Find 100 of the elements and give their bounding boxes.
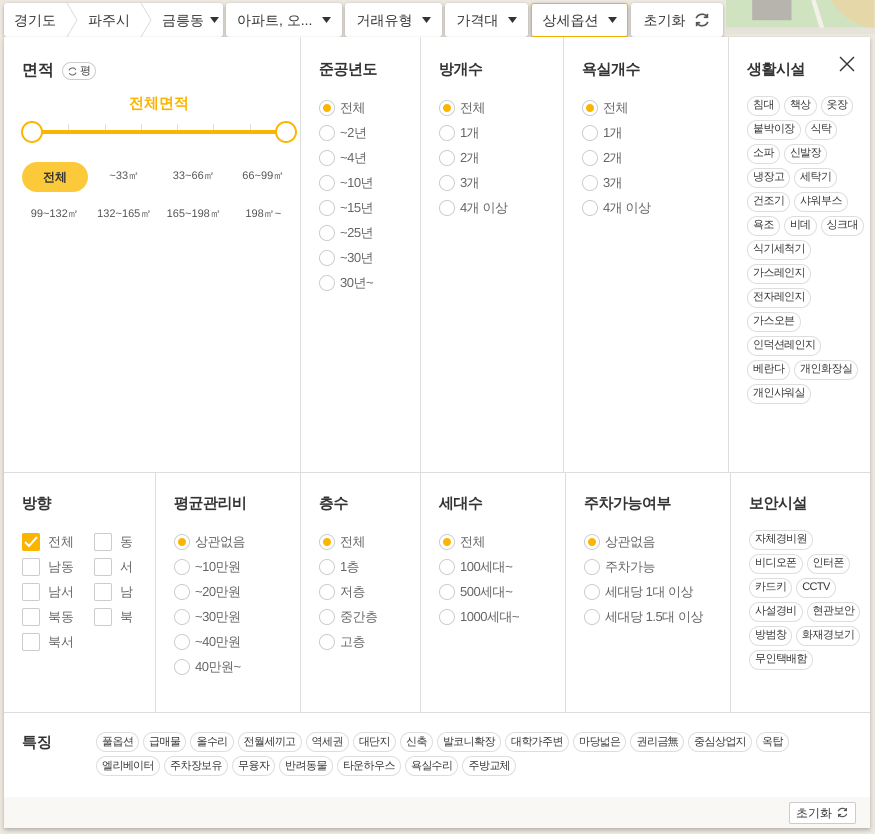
tag-chip[interactable]: 냉장고 <box>747 168 790 188</box>
tag-chip[interactable]: 붙박이장 <box>747 120 801 140</box>
tag-chip[interactable]: 싱크대 <box>820 216 864 236</box>
filter-dropdown[interactable]: 거래유형 <box>345 3 442 37</box>
tag-chip[interactable]: 카드키 <box>749 578 792 598</box>
tag-chip[interactable]: 무인택배함 <box>749 650 814 670</box>
tag-chip[interactable]: 욕조 <box>747 216 780 236</box>
radio-button[interactable] <box>582 125 598 141</box>
checkbox-option[interactable]: 서 <box>94 554 152 580</box>
radio-option[interactable]: ~2년 <box>319 120 366 146</box>
radio-option[interactable]: 전체 <box>319 96 365 120</box>
checkbox[interactable] <box>22 633 40 651</box>
radio-option[interactable]: 1000세대~ <box>439 604 520 630</box>
radio-option[interactable]: 상관없음 <box>584 530 655 554</box>
radio-option[interactable]: ~30만원 <box>174 604 241 630</box>
checkbox[interactable] <box>94 558 112 576</box>
checkbox[interactable] <box>22 533 40 551</box>
radio-option[interactable]: 1개 <box>439 120 480 146</box>
tag-chip[interactable]: 식탁 <box>804 120 838 140</box>
radio-button[interactable] <box>582 200 598 216</box>
slider-thumb[interactable] <box>21 120 43 142</box>
radio-option[interactable]: 주차가능 <box>584 554 655 580</box>
radio-button[interactable] <box>319 584 335 600</box>
radio-button[interactable] <box>439 559 455 575</box>
area-chip[interactable]: ~33㎡ <box>92 162 157 192</box>
radio-option[interactable]: 3개 <box>582 170 622 196</box>
radio-button[interactable] <box>319 250 335 266</box>
tag-chip[interactable]: 세탁기 <box>794 168 838 188</box>
radio-button[interactable] <box>319 125 335 141</box>
radio-option[interactable]: ~4년 <box>319 146 366 170</box>
radio-option[interactable]: 전체 <box>439 96 485 120</box>
checkbox[interactable] <box>94 533 112 551</box>
tag-chip[interactable]: 개인샤워실 <box>747 384 812 404</box>
tag-chip[interactable]: 현관보안 <box>806 602 860 622</box>
tag-chip[interactable]: 무융자 <box>232 756 276 776</box>
reset-button[interactable]: 초기화 <box>789 802 856 824</box>
checkbox[interactable] <box>94 583 112 601</box>
radio-button[interactable] <box>174 559 190 575</box>
tag-chip[interactable]: 옥탑 <box>756 732 789 752</box>
tag-chip[interactable]: 소파 <box>747 144 780 164</box>
radio-button[interactable] <box>439 125 455 141</box>
radio-option[interactable]: 중간층 <box>319 604 378 630</box>
tag-chip[interactable]: CCTV <box>796 578 836 598</box>
tag-chip[interactable]: 가스레인지 <box>747 264 812 284</box>
tag-chip[interactable]: 샤워부스 <box>794 192 848 212</box>
tag-chip[interactable]: 식기세척기 <box>747 240 812 260</box>
radio-button[interactable] <box>319 534 335 550</box>
radio-button[interactable] <box>319 559 335 575</box>
radio-option[interactable]: 4개 이상 <box>439 196 508 220</box>
radio-button[interactable] <box>174 534 190 550</box>
radio-button[interactable] <box>582 175 598 191</box>
checkbox[interactable] <box>22 608 40 626</box>
tag-chip[interactable]: 전월세끼고 <box>238 732 302 752</box>
tag-chip[interactable]: 자체경비원 <box>749 530 814 550</box>
slider-thumb[interactable] <box>275 120 297 142</box>
tag-chip[interactable]: 신발장 <box>784 144 828 164</box>
tag-chip[interactable]: 비데 <box>784 216 817 236</box>
radio-button[interactable] <box>584 609 600 625</box>
area-chip[interactable]: 전체 <box>22 162 88 192</box>
checkbox-option[interactable]: 북서 <box>22 630 80 654</box>
radio-button[interactable] <box>174 584 190 600</box>
radio-button[interactable] <box>319 175 335 191</box>
radio-option[interactable]: ~30년 <box>319 246 374 270</box>
checkbox-option[interactable]: 동 <box>94 530 152 554</box>
tag-chip[interactable]: 올수리 <box>190 732 234 752</box>
breadcrumb-item[interactable]: 파주시 <box>78 3 140 37</box>
radio-button[interactable] <box>439 609 455 625</box>
radio-option[interactable]: ~20만원 <box>174 580 241 604</box>
radio-button[interactable] <box>439 175 455 191</box>
tag-chip[interactable]: 가스오븐 <box>747 312 801 332</box>
tag-chip[interactable]: 급매물 <box>143 732 186 752</box>
area-chip[interactable]: 66~99㎡ <box>230 162 296 192</box>
radio-option[interactable]: 전체 <box>439 530 485 554</box>
radio-option[interactable]: 2개 <box>439 146 480 170</box>
tag-chip[interactable]: 옷장 <box>820 96 854 116</box>
checkbox[interactable] <box>94 608 112 626</box>
filter-dropdown[interactable]: 상세옵션 <box>531 3 628 37</box>
radio-option[interactable]: 전체 <box>319 530 365 554</box>
tag-chip[interactable]: 주차장보유 <box>164 756 228 776</box>
area-chip[interactable]: 165~198㎡ <box>161 200 226 230</box>
tag-chip[interactable]: 대학가주변 <box>504 732 569 752</box>
radio-option[interactable]: 저층 <box>319 580 365 604</box>
tag-chip[interactable]: 전자레인지 <box>747 288 812 308</box>
radio-button[interactable] <box>439 100 455 116</box>
radio-option[interactable]: ~10년 <box>319 170 374 196</box>
radio-button[interactable] <box>319 634 335 650</box>
radio-option[interactable]: 4개 이상 <box>582 196 650 220</box>
tag-chip[interactable]: 주방교체 <box>462 756 516 776</box>
breadcrumb-item[interactable]: 경기도 <box>4 3 66 37</box>
radio-button[interactable] <box>582 150 598 166</box>
checkbox-option[interactable]: 북 <box>94 604 152 630</box>
checkbox-option[interactable]: 전체 <box>22 530 80 554</box>
tag-chip[interactable]: 화재경보기 <box>796 626 860 646</box>
radio-option[interactable]: 100세대~ <box>439 554 512 580</box>
filter-dropdown[interactable]: 아파트, 오... <box>226 3 342 37</box>
radio-button[interactable] <box>319 609 335 625</box>
radio-button[interactable] <box>174 659 190 675</box>
tag-chip[interactable]: 신축 <box>400 732 433 752</box>
radio-button[interactable] <box>584 559 600 575</box>
radio-button[interactable] <box>439 200 455 216</box>
